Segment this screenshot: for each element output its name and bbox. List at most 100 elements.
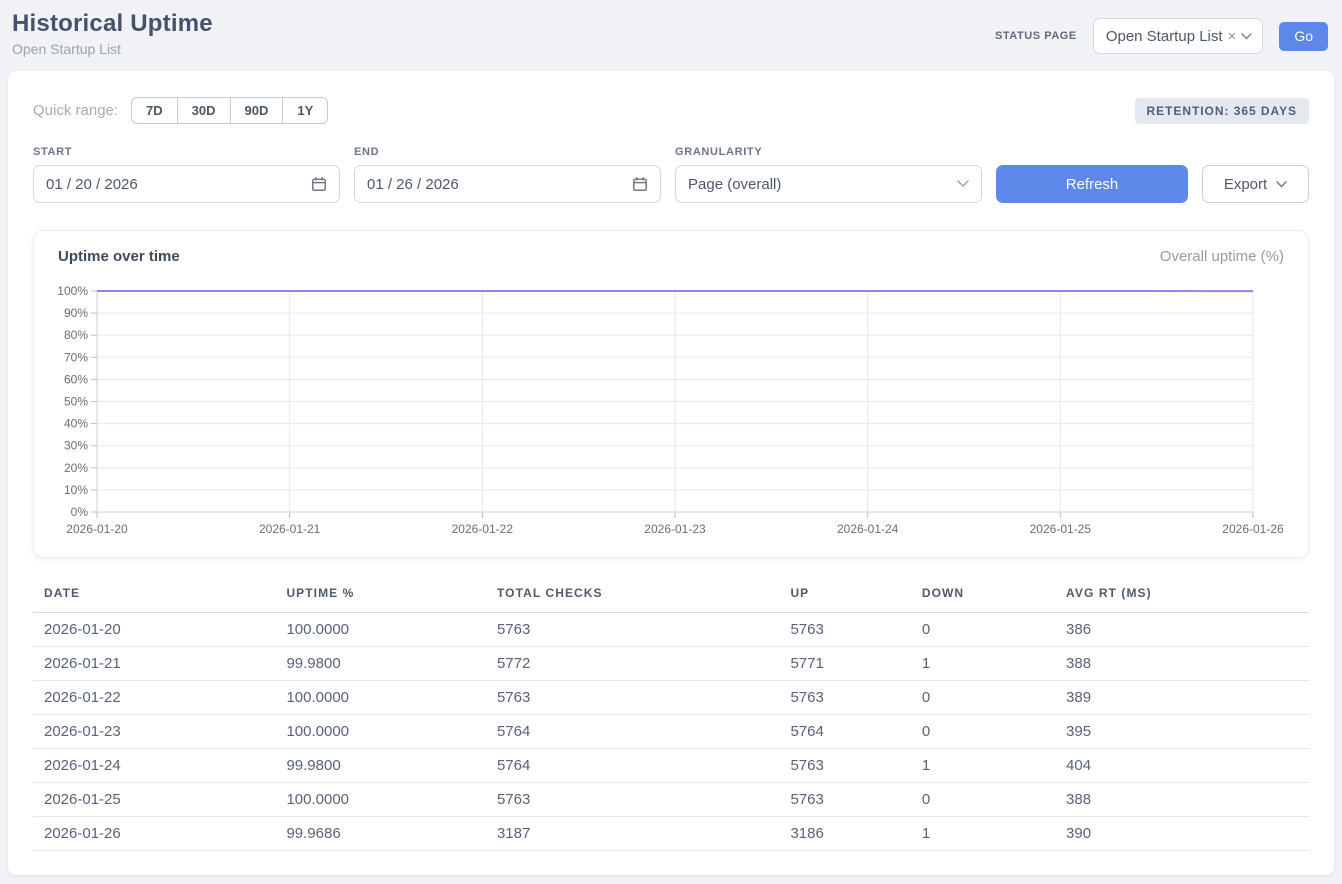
table-cell: 2026-01-21 <box>33 647 275 681</box>
chevron-down-icon <box>957 180 969 188</box>
table-header-row: DATE UPTIME % TOTAL CHECKS UP DOWN AVG R… <box>33 584 1309 613</box>
end-date-value: 01 / 26 / 2026 <box>367 176 459 193</box>
retention-badge: RETENTION: 365 DAYS <box>1135 98 1310 124</box>
table-cell: 100.0000 <box>275 715 486 749</box>
uptime-chart-card: Uptime over time Overall uptime (%) 0%10… <box>33 230 1309 558</box>
col-total-checks: TOTAL CHECKS <box>486 584 779 613</box>
table-cell: 2026-01-20 <box>33 613 275 647</box>
table-cell: 5772 <box>486 647 779 681</box>
status-page-label: STATUS PAGE <box>995 30 1077 42</box>
granularity-select[interactable]: Page (overall) <box>675 165 982 203</box>
granularity-field-wrap: GRANULARITY Page (overall) <box>675 146 982 203</box>
end-date-input[interactable]: 01 / 26 / 2026 <box>354 165 661 203</box>
table-cell: 2026-01-26 <box>33 817 275 851</box>
quick-range-90d-button[interactable]: 90D <box>230 97 284 124</box>
page-title: Historical Uptime <box>12 10 213 38</box>
svg-text:50%: 50% <box>64 395 88 409</box>
table-cell: 5764 <box>486 749 779 783</box>
svg-text:20%: 20% <box>64 461 88 475</box>
col-down: DOWN <box>911 584 1055 613</box>
table-cell: 5763 <box>486 681 779 715</box>
table-cell: 386 <box>1055 613 1309 647</box>
table-cell: 3186 <box>779 817 910 851</box>
status-page-controls: STATUS PAGE Open Startup List × Go <box>995 18 1328 54</box>
table-cell: 0 <box>911 681 1055 715</box>
granularity-value: Page (overall) <box>688 176 781 193</box>
end-date-field-wrap: END 01 / 26 / 2026 <box>354 146 661 203</box>
table-cell: 5771 <box>779 647 910 681</box>
svg-text:100%: 100% <box>58 284 88 298</box>
quick-range-30d-button[interactable]: 30D <box>177 97 231 124</box>
quick-range-row: Quick range: 7D 30D 90D 1Y RETENTION: 36… <box>33 97 1309 124</box>
clear-icon[interactable]: × <box>1228 28 1237 45</box>
start-date-value: 01 / 20 / 2026 <box>46 176 138 193</box>
table-cell: 99.9686 <box>275 817 486 851</box>
calendar-icon[interactable] <box>311 176 327 192</box>
table-cell: 388 <box>1055 783 1309 817</box>
table-cell: 1 <box>911 749 1055 783</box>
table-cell: 2026-01-22 <box>33 681 275 715</box>
table-cell: 5763 <box>486 783 779 817</box>
table-cell: 100.0000 <box>275 613 486 647</box>
table-row: 2026-01-25100.0000576357630388 <box>33 783 1309 817</box>
table-cell: 3187 <box>486 817 779 851</box>
table-cell: 0 <box>911 783 1055 817</box>
table-cell: 5763 <box>486 613 779 647</box>
uptime-chart: 0%10%20%30%40%50%60%70%80%90%100%2026-01… <box>58 279 1286 539</box>
table-cell: 404 <box>1055 749 1309 783</box>
table-cell: 1 <box>911 817 1055 851</box>
table-cell: 5763 <box>779 613 910 647</box>
page-subtitle: Open Startup List <box>12 41 213 57</box>
status-page-select[interactable]: Open Startup List × <box>1093 18 1264 54</box>
status-page-select-value: Open Startup List <box>1106 28 1223 45</box>
quick-range-label: Quick range: <box>33 102 118 119</box>
col-date: DATE <box>33 584 275 613</box>
table-cell: 2026-01-23 <box>33 715 275 749</box>
uptime-table: DATE UPTIME % TOTAL CHECKS UP DOWN AVG R… <box>33 584 1309 851</box>
export-button[interactable]: Export <box>1202 165 1309 203</box>
refresh-button[interactable]: Refresh <box>996 165 1188 203</box>
granularity-label: GRANULARITY <box>675 146 982 158</box>
table-cell: 2026-01-24 <box>33 749 275 783</box>
table-cell: 99.9800 <box>275 749 486 783</box>
svg-text:80%: 80% <box>64 328 88 342</box>
table-cell: 1 <box>911 647 1055 681</box>
quick-range-1y-button[interactable]: 1Y <box>282 97 328 124</box>
table-cell: 395 <box>1055 715 1309 749</box>
main-card: Quick range: 7D 30D 90D 1Y RETENTION: 36… <box>8 71 1334 875</box>
quick-range-7d-button[interactable]: 7D <box>131 97 178 124</box>
calendar-icon[interactable] <box>632 176 648 192</box>
chart-legend: Overall uptime (%) <box>1160 248 1284 265</box>
svg-text:2026-01-25: 2026-01-25 <box>1030 522 1092 536</box>
svg-text:90%: 90% <box>64 306 88 320</box>
table-cell: 0 <box>911 613 1055 647</box>
filters-row: START 01 / 20 / 2026 END 01 / 26 / 2026 … <box>33 146 1309 203</box>
export-button-label: Export <box>1224 176 1267 193</box>
svg-text:2026-01-20: 2026-01-20 <box>66 522 128 536</box>
table-row: 2026-01-2499.9800576457631404 <box>33 749 1309 783</box>
table-cell: 388 <box>1055 647 1309 681</box>
svg-text:40%: 40% <box>64 417 88 431</box>
table-cell: 5764 <box>486 715 779 749</box>
chevron-down-icon <box>1241 33 1252 40</box>
svg-text:2026-01-21: 2026-01-21 <box>259 522 321 536</box>
go-button[interactable]: Go <box>1279 22 1328 51</box>
table-cell: 389 <box>1055 681 1309 715</box>
table-row: 2026-01-20100.0000576357630386 <box>33 613 1309 647</box>
start-label: START <box>33 146 340 158</box>
title-block: Historical Uptime Open Startup List <box>12 10 213 57</box>
table-row: 2026-01-2199.9800577257711388 <box>33 647 1309 681</box>
table-row: 2026-01-2699.9686318731861390 <box>33 817 1309 851</box>
svg-text:70%: 70% <box>64 350 88 364</box>
table-row: 2026-01-23100.0000576457640395 <box>33 715 1309 749</box>
quick-range-group: 7D 30D 90D 1Y <box>131 97 328 124</box>
table-cell: 100.0000 <box>275 783 486 817</box>
end-label: END <box>354 146 661 158</box>
svg-text:2026-01-26: 2026-01-26 <box>1222 522 1284 536</box>
start-date-input[interactable]: 01 / 20 / 2026 <box>33 165 340 203</box>
svg-text:2026-01-24: 2026-01-24 <box>837 522 899 536</box>
table-cell: 5763 <box>779 749 910 783</box>
table-cell: 5764 <box>779 715 910 749</box>
chart-title: Uptime over time <box>58 248 180 265</box>
chevron-down-icon <box>1276 181 1287 188</box>
